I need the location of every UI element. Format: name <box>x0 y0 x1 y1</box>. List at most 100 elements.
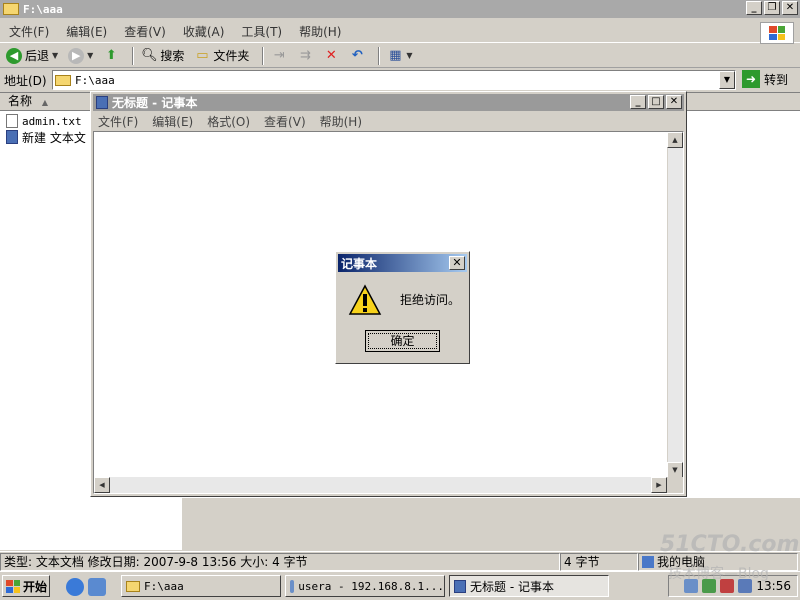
error-dialog[interactable]: 记事本 ✕ 拒绝访问。 确定 <box>335 251 470 364</box>
menu-tools[interactable]: 工具(T) <box>232 23 290 40</box>
menu-file[interactable]: 文件(F) <box>0 23 57 40</box>
start-label: 开始 <box>23 579 48 594</box>
restore-button[interactable]: ❐ <box>764 1 780 15</box>
notepad-minimize-button[interactable]: _ <box>630 95 646 109</box>
menu-edit[interactable]: 编辑(E) <box>57 23 115 40</box>
toolbar-separator <box>262 46 265 65</box>
column-header-name[interactable]: 名称 ▲ <box>0 93 92 111</box>
search-label: 搜索 <box>160 49 185 63</box>
dialog-titlebar[interactable]: 记事本 ✕ <box>338 254 467 272</box>
search-icon: 🔍︎ <box>141 48 158 63</box>
notepad-close-button[interactable]: ✕ <box>666 95 682 109</box>
my-computer-icon <box>642 555 654 568</box>
undo-icon: ↶ <box>351 48 363 63</box>
menu-help[interactable]: 帮助(H) <box>290 23 349 40</box>
scroll-down-icon[interactable]: ▼ <box>667 462 683 478</box>
back-label: 后退 <box>25 49 50 63</box>
copy-to-button[interactable]: ⇉ <box>295 45 315 67</box>
move-to-button[interactable]: ⇥ <box>269 45 289 67</box>
status-size: 4 字节 <box>560 552 638 571</box>
resize-grip[interactable] <box>667 477 683 493</box>
status-info: 类型: 文本文档 修改日期: 2007-9-8 13:56 大小: 4 字节 <box>0 552 560 571</box>
menu-favorites[interactable]: 收藏(A) <box>174 23 233 40</box>
address-value: F:\aaa <box>75 73 115 87</box>
views-button[interactable]: ▦ ▼ <box>385 45 414 67</box>
notepad-titlebar[interactable]: 无标题 - 记事本 _ □ ✕ <box>93 94 684 111</box>
notepad-maximize-button[interactable]: □ <box>648 95 664 109</box>
folders-button[interactable]: ▭ 文件夹 <box>192 45 251 67</box>
watermark-blog: 技术博客—Blog <box>668 566 769 582</box>
notepad-menubar: 文件(F) 编辑(E) 格式(O) 查看(V) 帮助(H) <box>93 112 684 130</box>
explorer-menubar: 文件(F) 编辑(E) 查看(V) 收藏(A) 工具(T) 帮助(H) <box>0 20 800 43</box>
np-menu-view[interactable]: 查看(V) <box>259 113 315 130</box>
list-item[interactable]: admin.txt <box>6 113 82 129</box>
dialog-close-button[interactable]: ✕ <box>449 256 465 270</box>
forward-arrow-icon: ▶ <box>68 47 85 64</box>
list-item[interactable]: 新建 文本文 <box>6 129 86 145</box>
np-menu-edit[interactable]: 编辑(E) <box>147 113 202 130</box>
remote-desktop-icon <box>290 579 295 593</box>
close-button[interactable]: ✕ <box>782 1 798 15</box>
explorer-titlebar[interactable]: F:\aaa _ ❐ ✕ <box>0 0 800 18</box>
search-button[interactable]: 🔍︎ 搜索 <box>139 45 186 67</box>
np-menu-format[interactable]: 格式(O) <box>202 113 259 130</box>
windows-flag-icon <box>6 579 20 593</box>
task-label: usera - 192.168.8.1... <box>298 579 444 593</box>
np-menu-help[interactable]: 帮助(H) <box>315 113 371 130</box>
ok-button[interactable]: 确定 <box>365 330 440 352</box>
back-arrow-icon: ◀ <box>6 47 22 64</box>
notepad-file-icon <box>6 130 18 144</box>
go-button[interactable]: ➜ 转到 <box>742 70 788 88</box>
back-dropdown-icon[interactable]: ▼ <box>52 51 58 60</box>
watermark-logo: 51CTO.com <box>660 532 800 557</box>
notepad-icon <box>454 579 466 593</box>
folder-icon <box>55 74 71 86</box>
file-name: 新建 文本文 <box>22 130 86 145</box>
up-button[interactable]: ⬆ <box>101 45 121 67</box>
address-label: 地址(D) <box>4 73 47 88</box>
vertical-scrollbar[interactable]: ▲ ▼ <box>667 132 683 478</box>
horizontal-scrollbar[interactable]: ◀ ▶ <box>94 477 667 493</box>
delete-button[interactable]: ✕ <box>321 45 341 67</box>
notepad-icon <box>96 96 108 109</box>
task-label: F:\aaa <box>144 579 184 593</box>
task-notepad[interactable]: 无标题 - 记事本 <box>449 575 609 597</box>
views-icon: ▦ <box>389 48 402 63</box>
undo-button[interactable]: ↶ <box>347 45 367 67</box>
folders-icon: ▭ <box>196 48 209 63</box>
show-desktop-icon[interactable] <box>88 578 106 596</box>
folder-icon <box>126 580 140 592</box>
forward-button[interactable]: ▶ ▼ <box>66 45 95 67</box>
delete-icon: ✕ <box>325 48 337 63</box>
forward-dropdown-icon[interactable]: ▼ <box>87 51 93 60</box>
address-bar: 地址(D) F:\aaa ▼ ➜ 转到 <box>0 69 800 91</box>
menu-view[interactable]: 查看(V) <box>115 23 174 40</box>
np-menu-file[interactable]: 文件(F) <box>93 113 147 130</box>
scroll-up-icon[interactable]: ▲ <box>667 132 683 148</box>
scroll-right-icon[interactable]: ▶ <box>651 477 667 493</box>
notepad-title: 无标题 - 记事本 <box>112 96 198 110</box>
address-dropdown-icon[interactable]: ▼ <box>719 71 735 89</box>
explorer-title: F:\aaa <box>23 2 63 16</box>
task-explorer[interactable]: F:\aaa <box>121 575 281 597</box>
text-file-icon <box>6 114 18 128</box>
file-name: admin.txt <box>22 114 82 128</box>
folder-icon <box>3 3 19 15</box>
toolbar-separator <box>132 46 135 65</box>
move-to-icon: ⇥ <box>273 48 285 63</box>
scroll-left-icon[interactable]: ◀ <box>94 477 110 493</box>
go-label: 转到 <box>764 72 789 87</box>
minimize-button[interactable]: _ <box>746 1 762 15</box>
start-button[interactable]: 开始 <box>2 575 50 597</box>
ok-label: 确定 <box>368 333 437 349</box>
views-dropdown-icon[interactable]: ▼ <box>406 51 412 60</box>
task-remote-session[interactable]: usera - 192.168.8.1... <box>285 575 445 597</box>
ie-icon[interactable] <box>66 578 84 596</box>
go-arrow-icon: ➜ <box>742 70 760 88</box>
column-name-label: 名称 <box>8 94 33 108</box>
windows-logo-icon <box>760 22 794 44</box>
folders-label: 文件夹 <box>213 49 250 63</box>
back-button[interactable]: ◀ 后退 ▼ <box>4 45 60 67</box>
address-input[interactable]: F:\aaa ▼ <box>52 70 736 90</box>
toolbar-separator <box>378 46 381 65</box>
